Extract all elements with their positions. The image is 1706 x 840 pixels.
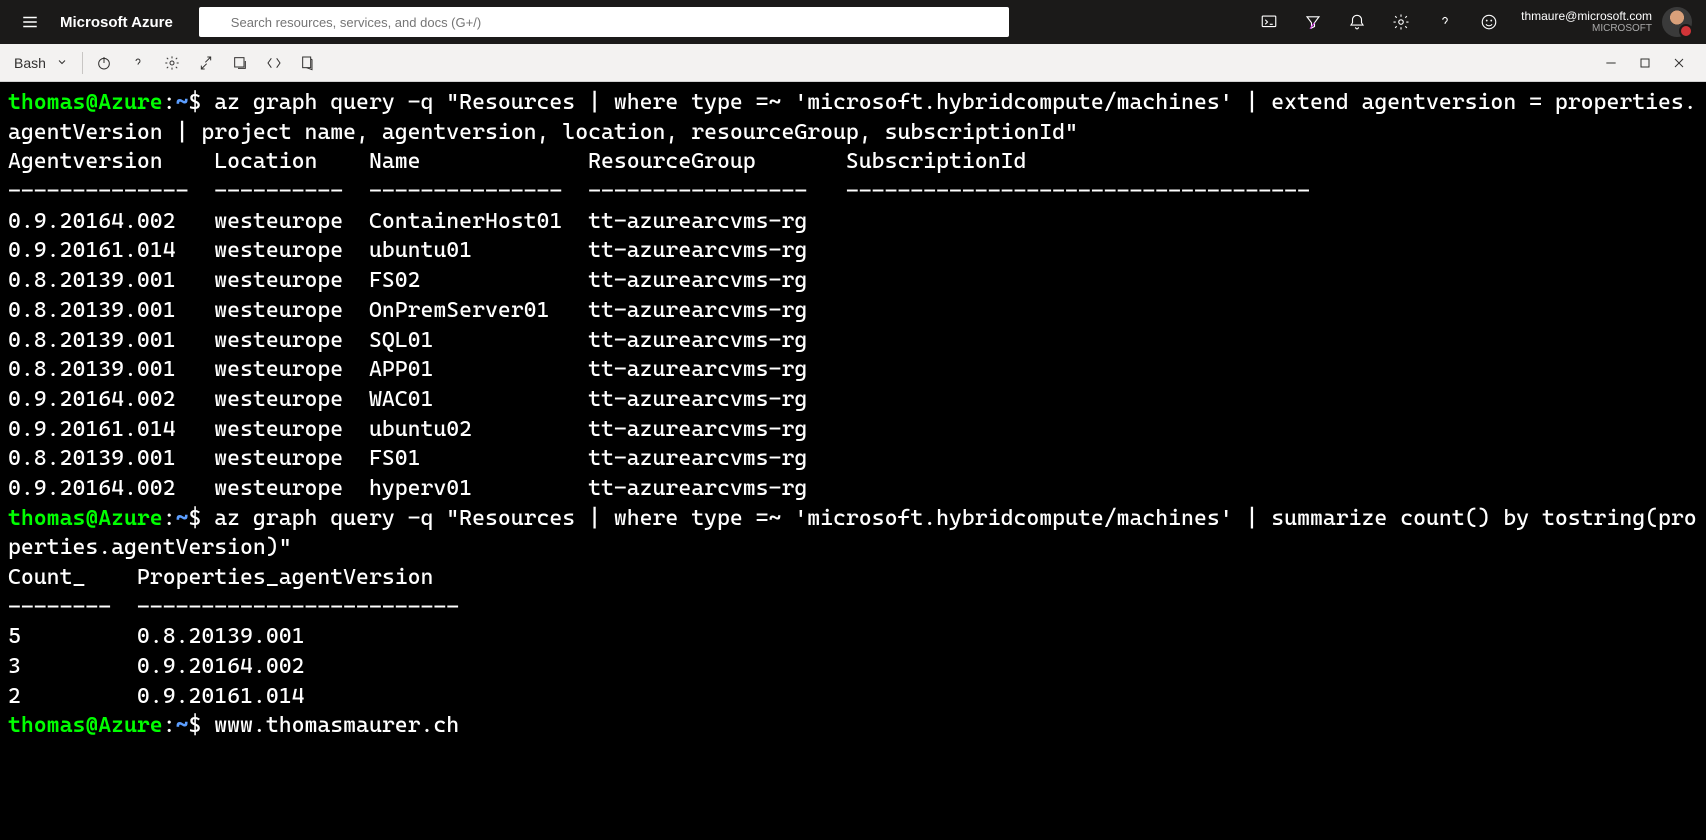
- cloud-shell-button[interactable]: [1247, 0, 1291, 44]
- search-input[interactable]: [199, 7, 1009, 37]
- top-icon-bar: thmaure@microsoft.com MICROSOFT: [1247, 0, 1698, 44]
- avatar[interactable]: [1662, 7, 1692, 37]
- chevron-down-icon: [56, 55, 68, 71]
- brand-label: Microsoft Azure: [52, 14, 189, 31]
- notifications-button[interactable]: [1335, 0, 1379, 44]
- settings-button[interactable]: [1379, 0, 1423, 44]
- feedback-button[interactable]: [1467, 0, 1511, 44]
- separator: [82, 52, 83, 74]
- close-button[interactable]: [1662, 46, 1696, 80]
- user-tenant: MICROSOFT: [1592, 23, 1652, 34]
- user-account[interactable]: thmaure@microsoft.com MICROSOFT: [1511, 10, 1662, 34]
- help-button[interactable]: [1423, 0, 1467, 44]
- directory-filter-button[interactable]: [1291, 0, 1335, 44]
- azure-top-bar: Microsoft Azure thmaure@microsoft.com MI…: [0, 0, 1706, 44]
- cloudshell-toolbar: Bash: [0, 44, 1706, 82]
- new-session-button[interactable]: [223, 46, 257, 80]
- hamburger-icon: [21, 13, 39, 31]
- global-search[interactable]: [199, 7, 1009, 37]
- web-preview-button[interactable]: [291, 46, 325, 80]
- help-cloudshell-button[interactable]: [121, 46, 155, 80]
- shell-name: Bash: [14, 55, 46, 71]
- upload-download-button[interactable]: [189, 46, 223, 80]
- restart-button[interactable]: [87, 46, 121, 80]
- settings-cloudshell-button[interactable]: [155, 46, 189, 80]
- terminal-output[interactable]: thomas@Azure:~$ az graph query -q "Resou…: [0, 82, 1706, 747]
- maximize-button[interactable]: [1628, 46, 1662, 80]
- menu-button[interactable]: [8, 0, 52, 44]
- editor-button[interactable]: [257, 46, 291, 80]
- shell-selector[interactable]: Bash: [10, 55, 78, 71]
- minimize-button[interactable]: [1594, 46, 1628, 80]
- user-email: thmaure@microsoft.com: [1521, 10, 1652, 23]
